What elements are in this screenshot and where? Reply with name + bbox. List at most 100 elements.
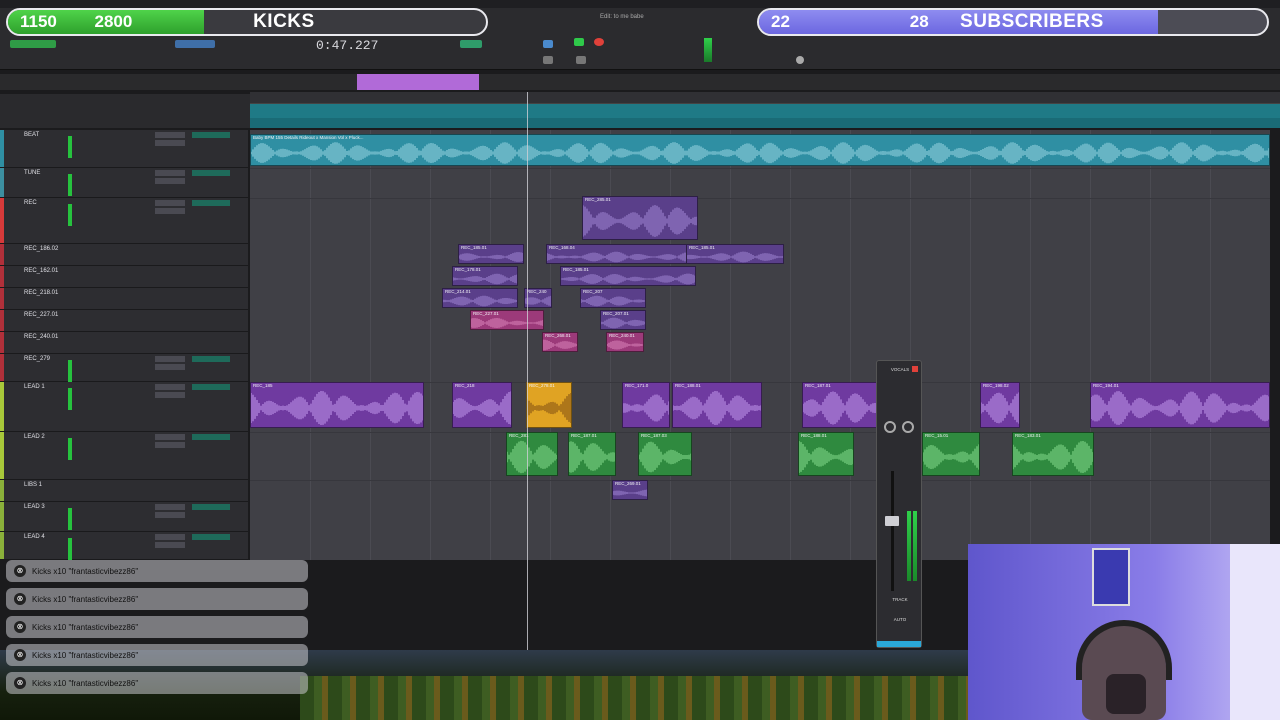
timeline-ruler[interactable] bbox=[250, 92, 1280, 104]
play-button[interactable] bbox=[574, 38, 584, 46]
volume-fader-handle[interactable] bbox=[885, 516, 899, 526]
overview-selection[interactable] bbox=[357, 74, 479, 90]
mode-shuffle-button[interactable] bbox=[10, 40, 56, 48]
track-header[interactable]: LEAD 2 bbox=[0, 432, 248, 480]
insert-slot[interactable] bbox=[155, 542, 185, 548]
audio-clip[interactable]: REC_188.01 bbox=[672, 382, 762, 428]
audio-clip[interactable]: REC_285.01 bbox=[582, 196, 698, 240]
audio-clip[interactable]: REC_240.01 bbox=[606, 332, 644, 352]
insert-slot[interactable] bbox=[155, 534, 185, 540]
floating-mixer-strip[interactable]: VOCALS TRACK AUTO bbox=[876, 360, 922, 648]
audio-clip[interactable]: REC_227.01 bbox=[470, 310, 544, 330]
send-slot[interactable] bbox=[192, 534, 230, 540]
rewind-button[interactable] bbox=[543, 56, 553, 64]
audio-clip[interactable]: REC_185.01 bbox=[686, 244, 784, 264]
insert-slot[interactable] bbox=[155, 434, 185, 440]
insert-slot[interactable] bbox=[155, 140, 185, 146]
track-name[interactable]: REC_240.01 bbox=[24, 334, 58, 340]
track-header[interactable]: LEAD 1 bbox=[0, 382, 248, 432]
track-name[interactable]: BEAT bbox=[24, 132, 39, 138]
send-slot[interactable] bbox=[192, 504, 230, 510]
track-name[interactable]: LIBS 1 bbox=[24, 482, 42, 488]
main-counter[interactable]: 0:47.227 bbox=[316, 38, 378, 53]
record-button[interactable] bbox=[594, 38, 604, 46]
audio-clip[interactable]: REC_218 bbox=[452, 382, 512, 428]
audio-clip[interactable]: REC_171.0 bbox=[622, 382, 670, 428]
audio-clip[interactable]: REC_240 bbox=[524, 288, 552, 308]
track-name[interactable]: REC_279 bbox=[24, 356, 50, 362]
marker-ruler[interactable] bbox=[250, 118, 1280, 128]
track-header[interactable]: LEAD 4 bbox=[0, 532, 248, 560]
insert-slot[interactable] bbox=[155, 200, 185, 206]
audio-clip[interactable]: REC_178.01 bbox=[452, 266, 518, 286]
track-name[interactable]: REC bbox=[24, 200, 37, 206]
audio-clip[interactable]: REC_185.01 bbox=[560, 266, 696, 286]
send-slot[interactable] bbox=[192, 384, 230, 390]
track-header[interactable]: REC_227.01 bbox=[0, 310, 248, 332]
track-header[interactable]: REC bbox=[0, 198, 248, 244]
audio-clip[interactable]: REC_188.01 bbox=[798, 432, 854, 476]
insert-slot[interactable] bbox=[155, 170, 185, 176]
automation-label[interactable]: AUTO bbox=[881, 617, 919, 622]
edit-window[interactable]: Baby BPM 155 Details Rideout x Mansion V… bbox=[250, 130, 1270, 560]
insert-slot[interactable] bbox=[155, 504, 185, 510]
insert-slot[interactable] bbox=[155, 392, 185, 398]
audio-clip[interactable]: REC_278.01 bbox=[526, 382, 572, 428]
playhead-cursor[interactable] bbox=[527, 92, 528, 662]
send-slot[interactable] bbox=[192, 170, 230, 176]
insert-slot[interactable] bbox=[155, 132, 185, 138]
track-header[interactable]: TUNE bbox=[0, 168, 248, 198]
audio-clip[interactable]: REC_198.02 bbox=[980, 382, 1020, 428]
settings-gear-icon[interactable] bbox=[796, 56, 804, 64]
insert-slot[interactable] bbox=[155, 364, 185, 370]
send-slot[interactable] bbox=[192, 434, 230, 440]
pan-knob-right[interactable] bbox=[902, 421, 914, 433]
track-header[interactable]: REC_240.01 bbox=[0, 332, 248, 354]
send-slot[interactable] bbox=[192, 200, 230, 206]
insert-slot[interactable] bbox=[155, 208, 185, 214]
track-header[interactable]: REC_218.01 bbox=[0, 288, 248, 310]
loop-button[interactable] bbox=[543, 40, 553, 48]
pan-knob-left[interactable] bbox=[884, 421, 896, 433]
audio-clip[interactable]: REC_185.01 bbox=[458, 244, 524, 264]
audio-clip[interactable]: Baby BPM 155 Details Rideout x Mansion V… bbox=[250, 134, 1270, 166]
tool-trim-button[interactable] bbox=[175, 40, 215, 48]
track-header[interactable]: REC_186.02 bbox=[0, 244, 248, 266]
track-header[interactable]: BEAT bbox=[0, 130, 248, 168]
track-header[interactable]: REC_279 bbox=[0, 354, 248, 382]
universe-overview[interactable] bbox=[0, 74, 1280, 90]
track-name[interactable]: LEAD 1 bbox=[24, 384, 45, 390]
audio-clip[interactable]: REC_269.01 bbox=[612, 480, 648, 500]
grid-button[interactable] bbox=[460, 40, 482, 48]
audio-clip[interactable]: REC_207 bbox=[580, 288, 646, 308]
insert-slot[interactable] bbox=[155, 512, 185, 518]
audio-clip[interactable]: REC_183.01 bbox=[1012, 432, 1094, 476]
audio-clip[interactable]: REC_207.01 bbox=[600, 310, 646, 330]
audio-clip[interactable]: REC_187.01 bbox=[802, 382, 878, 428]
audio-clip[interactable]: REC_187.01 bbox=[568, 432, 616, 476]
forward-button[interactable] bbox=[576, 56, 586, 64]
insert-slot[interactable] bbox=[155, 178, 185, 184]
track-name[interactable]: LEAD 4 bbox=[24, 534, 45, 540]
track-name[interactable]: LEAD 2 bbox=[24, 434, 45, 440]
track-header[interactable]: REC_162.01 bbox=[0, 266, 248, 288]
audio-clip[interactable]: REC_194.01 bbox=[1090, 382, 1270, 428]
track-header[interactable]: LIBS 1 bbox=[0, 480, 248, 502]
audio-clip[interactable]: REC_15.01 bbox=[922, 432, 980, 476]
audio-clip[interactable]: REC_185 bbox=[250, 382, 424, 428]
track-name[interactable]: TUNE bbox=[24, 170, 40, 176]
audio-clip[interactable]: REC_187.03 bbox=[638, 432, 692, 476]
send-slot[interactable] bbox=[192, 132, 230, 138]
volume-fader-track[interactable] bbox=[891, 471, 894, 591]
audio-clip[interactable]: REC_268.01 bbox=[542, 332, 578, 352]
insert-slot[interactable] bbox=[155, 442, 185, 448]
track-name[interactable]: LEAD 3 bbox=[24, 504, 45, 510]
track-header[interactable]: LEAD 3 bbox=[0, 502, 248, 532]
insert-slot[interactable] bbox=[155, 384, 185, 390]
send-slot[interactable] bbox=[192, 356, 230, 362]
track-name[interactable]: REC_186.02 bbox=[24, 246, 58, 252]
audio-clip[interactable]: REC_281 bbox=[506, 432, 558, 476]
track-name[interactable]: REC_162.01 bbox=[24, 268, 58, 274]
insert-slot[interactable] bbox=[155, 356, 185, 362]
track-name[interactable]: REC_227.01 bbox=[24, 312, 58, 318]
